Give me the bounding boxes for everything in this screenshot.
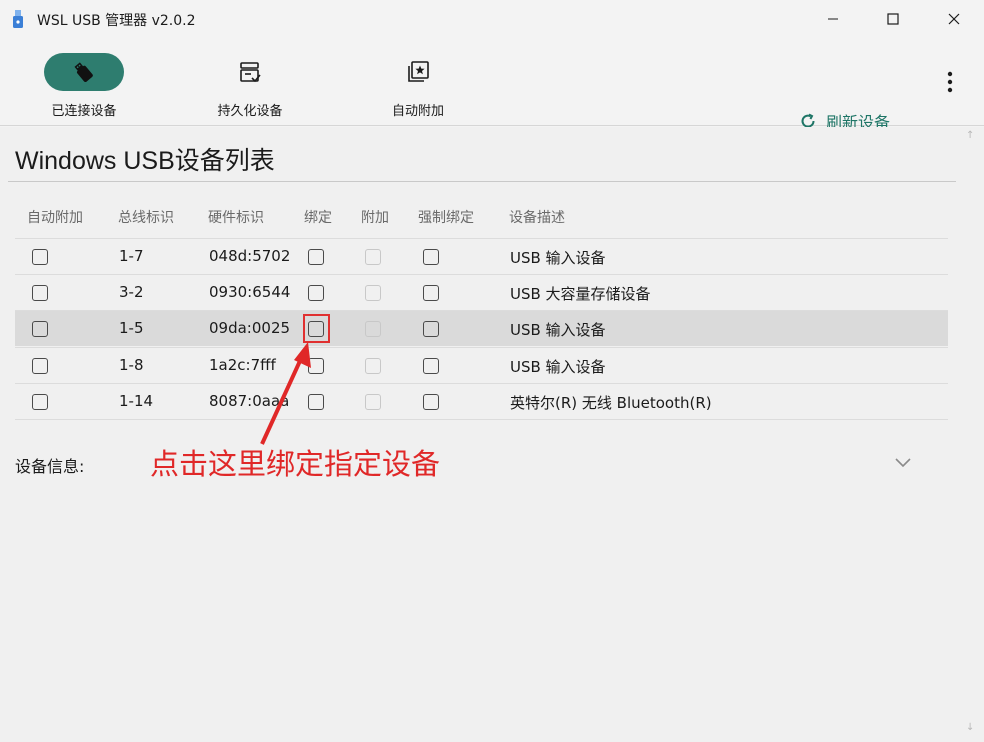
auto-attach-checkbox[interactable] — [32, 249, 48, 265]
minimize-icon — [828, 18, 838, 20]
column-header-force-bind: 强制绑定 — [418, 210, 474, 226]
hardware-id-cell: 048d:5702 — [209, 247, 291, 265]
chevron-down-icon[interactable] — [894, 455, 912, 469]
column-header-auto-attach: 自动附加 — [27, 210, 83, 226]
bus-id-cell: 1-7 — [119, 247, 144, 265]
tab-auto-attach-pill — [378, 53, 458, 91]
auto-attach-checkbox[interactable] — [32, 285, 48, 301]
table-row[interactable]: 1-8 1a2c:7fff USB 输入设备 — [15, 347, 948, 383]
toolbar: 已连接设备 持久化设备 自动附加 刷新设备 — [0, 38, 984, 132]
table-row[interactable]: 3-2 0930:6544 USB 大容量存储设备 — [15, 274, 948, 310]
attach-checkbox — [365, 285, 381, 301]
tab-auto-attach-label: 自动附加 — [391, 104, 444, 119]
column-header-bus-id: 总线标识 — [118, 210, 174, 226]
auto-attach-checkbox[interactable] — [32, 358, 48, 374]
device-info-label: 设备信息: — [15, 457, 85, 476]
annotation-highlight-box — [303, 314, 330, 343]
description-cell: USB 输入设备 — [510, 321, 606, 339]
hardware-id-cell: 09da:0025 — [209, 319, 291, 337]
force-bind-checkbox[interactable] — [423, 321, 439, 337]
attach-checkbox — [365, 394, 381, 410]
usb-stick-icon — [74, 62, 93, 82]
auto-attach-icon — [408, 61, 429, 82]
bus-id-cell: 3-2 — [119, 283, 144, 301]
hardware-id-cell: 0930:6544 — [209, 283, 291, 301]
bind-checkbox[interactable] — [308, 249, 324, 265]
description-cell: USB 输入设备 — [510, 358, 606, 376]
vertical-scrollbar[interactable] — [962, 127, 984, 742]
bus-id-cell: 1-8 — [119, 356, 144, 374]
table-bottom-divider — [15, 419, 948, 420]
force-bind-checkbox[interactable] — [423, 285, 439, 301]
attach-checkbox — [365, 321, 381, 337]
tab-connected-devices[interactable]: 已连接设备 — [44, 38, 124, 126]
minimize-button[interactable] — [803, 0, 863, 38]
annotation-text: 点击这里绑定指定设备 — [150, 447, 441, 481]
description-cell: 英特尔(R) 无线 Bluetooth(R) — [510, 394, 712, 412]
scroll-down-icon[interactable]: ↓ — [966, 722, 974, 733]
tab-connected-devices-pill — [44, 53, 124, 91]
description-cell: USB 输入设备 — [510, 249, 606, 267]
description-cell: USB 大容量存储设备 — [510, 285, 651, 303]
force-bind-checkbox[interactable] — [423, 249, 439, 265]
column-header-description: 设备描述 — [509, 210, 565, 226]
table-row-selected[interactable]: 1-5 09da:0025 USB 输入设备 — [15, 310, 948, 346]
column-header-attach: 附加 — [361, 210, 389, 226]
app-usb-icon — [13, 10, 23, 28]
more-options-icon[interactable] — [945, 71, 955, 93]
annotation-arrow-icon — [260, 342, 311, 445]
window-title: WSL USB 管理器 v2.0.2 — [37, 13, 196, 29]
close-icon — [948, 13, 960, 25]
title-bar: WSL USB 管理器 v2.0.2 — [0, 0, 984, 38]
table-row[interactable]: 1-14 8087:0aaa 英特尔(R) 无线 Bluetooth(R) — [15, 383, 948, 419]
column-header-hardware-id: 硬件标识 — [208, 210, 264, 226]
tab-persisted-devices-pill — [210, 53, 290, 91]
scroll-up-icon[interactable]: ↑ — [966, 130, 974, 141]
bus-id-cell: 1-14 — [119, 392, 154, 410]
tab-persisted-devices-label: 持久化设备 — [217, 104, 283, 119]
bus-id-cell: 1-5 — [119, 319, 144, 337]
auto-attach-checkbox[interactable] — [32, 394, 48, 410]
maximize-button[interactable] — [863, 0, 923, 38]
close-button[interactable] — [924, 0, 984, 38]
force-bind-checkbox[interactable] — [423, 358, 439, 374]
title-divider — [8, 181, 956, 182]
attach-checkbox — [365, 249, 381, 265]
bind-checkbox[interactable] — [308, 285, 324, 301]
persist-icon — [240, 62, 261, 83]
tab-auto-attach[interactable]: 自动附加 — [378, 38, 458, 126]
column-header-bind: 绑定 — [304, 210, 332, 226]
table-row[interactable]: 1-7 048d:5702 USB 输入设备 — [15, 238, 948, 274]
maximize-icon — [887, 13, 899, 25]
tab-connected-devices-label: 已连接设备 — [51, 104, 117, 119]
page-title: Windows USB设备列表 — [15, 147, 275, 175]
tab-persisted-devices[interactable]: 持久化设备 — [205, 38, 295, 126]
force-bind-checkbox[interactable] — [423, 394, 439, 410]
attach-checkbox — [365, 358, 381, 374]
auto-attach-checkbox[interactable] — [32, 321, 48, 337]
